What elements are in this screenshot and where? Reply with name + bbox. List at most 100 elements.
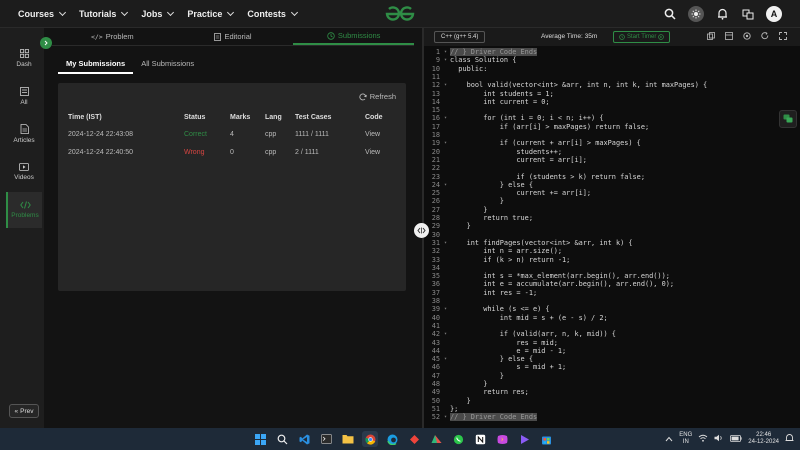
code-line: 21 current = arr[i]; xyxy=(424,156,587,164)
copy-icon[interactable] xyxy=(706,31,716,41)
nav-tutorials[interactable]: Tutorials xyxy=(79,8,129,19)
nav-courses[interactable]: Courses xyxy=(18,8,67,19)
chevron-down-icon xyxy=(167,8,175,16)
nav-jobs[interactable]: Jobs xyxy=(141,8,175,19)
line-number: 19 xyxy=(431,139,440,148)
chevron-up-icon[interactable] xyxy=(665,435,673,444)
view-code-link[interactable]: View xyxy=(365,143,398,161)
battery-icon[interactable] xyxy=(730,434,742,444)
col-marks: Marks xyxy=(230,114,251,121)
sidebar-item-dash[interactable]: Dash xyxy=(6,40,42,76)
chevron-down-icon xyxy=(58,8,67,16)
search-icon[interactable] xyxy=(662,6,678,22)
nav-practice[interactable]: Practice xyxy=(187,8,235,19)
code-text: } xyxy=(450,380,488,388)
sidebar-item-videos[interactable]: Videos xyxy=(6,154,42,190)
code-line: 37 int res = -1; xyxy=(424,289,537,297)
panel-tabs: </> Problem Editorial Submissions xyxy=(52,28,415,46)
play-icon xyxy=(658,34,665,40)
gutter xyxy=(444,322,450,330)
code-line: 15 xyxy=(424,106,450,114)
tab-label: Editorial xyxy=(224,32,252,41)
chat-float-button[interactable] xyxy=(779,110,797,128)
input-language[interactable]: ENG IN xyxy=(679,432,692,446)
reset-icon[interactable] xyxy=(760,31,770,41)
fullscreen-icon[interactable] xyxy=(778,31,788,41)
left-sidebar: Dash All Articles Videos Problems « Prev xyxy=(0,28,44,428)
bell-icon[interactable] xyxy=(714,6,730,22)
sidebar-item-label: All xyxy=(20,98,28,106)
code-text: current += arr[i]; xyxy=(450,189,592,198)
prev-button[interactable]: « Prev xyxy=(9,404,39,418)
anydesk-icon[interactable] xyxy=(406,431,422,447)
code-text: if (k > n) return -1; xyxy=(450,255,571,264)
code-text: int s = *max_element(arr.begin(), arr.en… xyxy=(450,272,670,281)
cell-time: 2024-12-24 22:43:08 xyxy=(68,130,133,138)
settings-icon[interactable] xyxy=(742,31,752,41)
whatsapp-icon[interactable] xyxy=(450,431,466,447)
code-text: current = arr[i]; xyxy=(450,155,587,164)
copilot-icon[interactable] xyxy=(494,431,510,447)
windows-start-icon[interactable] xyxy=(252,431,268,447)
line-number: 33 xyxy=(431,255,440,264)
code-line: 35 int s = *max_element(arr.begin(), arr… xyxy=(424,272,670,280)
media-icon[interactable] xyxy=(516,431,532,447)
sidebar-item-label: Dash xyxy=(16,60,32,68)
maps-icon[interactable] xyxy=(428,431,444,447)
store-icon[interactable] xyxy=(538,431,554,447)
line-number: 43 xyxy=(431,338,440,347)
language-select[interactable]: C++ (g++ 5.4) xyxy=(434,31,486,43)
layout-icon[interactable] xyxy=(724,31,734,41)
code-line: 29 } xyxy=(424,222,471,230)
clock-time: 22:46 xyxy=(756,432,772,438)
folder-icon[interactable] xyxy=(340,431,356,447)
subtab-all-submissions[interactable]: All Submissions xyxy=(133,54,202,74)
code-line: 44 e = mid - 1; xyxy=(424,347,566,355)
line-number: 25 xyxy=(431,189,440,198)
collapse-sidebar-button[interactable] xyxy=(40,37,52,49)
code-text: return res; xyxy=(450,388,529,397)
line-number: 51 xyxy=(431,404,440,413)
chrome-icon[interactable] xyxy=(362,431,378,447)
tab-problem[interactable]: </> Problem xyxy=(52,28,173,45)
gfg-logo-icon[interactable] xyxy=(384,4,416,24)
theme-toggle-icon[interactable] xyxy=(688,6,704,22)
sidebar-item-problems[interactable]: Problems xyxy=(6,192,42,228)
code-line: 23 if (students > k) return false; xyxy=(424,173,645,181)
notification-icon[interactable] xyxy=(785,433,794,445)
code-line: 12 ▾ bool valid(vector<int> &arr, int n, … xyxy=(424,81,708,89)
tab-submissions[interactable]: Submissions xyxy=(293,28,415,45)
refresh-button[interactable]: Refresh xyxy=(359,92,396,101)
subtab-my-submissions[interactable]: My Submissions xyxy=(58,54,134,74)
line-number: 21 xyxy=(431,155,440,164)
sidebar-item-articles[interactable]: Articles xyxy=(6,116,42,152)
search-icon[interactable] xyxy=(274,431,290,447)
terminal-icon[interactable] xyxy=(318,431,334,447)
code-text: } xyxy=(450,396,471,405)
edge-icon[interactable] xyxy=(384,431,400,447)
code-line: 10 public: xyxy=(424,65,488,73)
chat-icon xyxy=(783,114,793,123)
translate-icon[interactable] xyxy=(740,6,756,22)
vscode-icon[interactable] xyxy=(296,431,312,447)
col-status: Status xyxy=(184,114,206,121)
line-number: 24 xyxy=(431,180,440,189)
sidebar-item-all[interactable]: All xyxy=(6,78,42,114)
code-line: 13 int students = 1; xyxy=(424,90,554,98)
clock[interactable]: 22:46 24-12-2024 xyxy=(748,432,779,446)
volume-icon[interactable] xyxy=(714,434,724,444)
code-line: 16 ▾ for (int i = 0; i < n; i++) { xyxy=(424,114,604,122)
tab-editorial[interactable]: Editorial xyxy=(173,28,294,45)
nav-contests[interactable]: Contests xyxy=(247,8,298,19)
start-timer-button[interactable]: Start Timer xyxy=(613,31,671,43)
wifi-icon[interactable] xyxy=(698,434,708,444)
view-code-link[interactable]: View xyxy=(365,125,398,143)
resize-handle-icon[interactable] xyxy=(414,223,429,238)
problem-panel: </> Problem Editorial Submissions My Sub… xyxy=(44,28,422,428)
line-number: 44 xyxy=(431,346,440,355)
code-area[interactable]: 1 ▾// } Driver Code Ends 9 ▾ class Solution … xyxy=(424,46,800,428)
top-navbar: Courses Tutorials Jobs Practice Contests… xyxy=(0,0,800,28)
avatar[interactable]: A xyxy=(766,6,782,22)
line-number: 16 xyxy=(431,114,440,123)
notion-icon[interactable] xyxy=(472,431,488,447)
